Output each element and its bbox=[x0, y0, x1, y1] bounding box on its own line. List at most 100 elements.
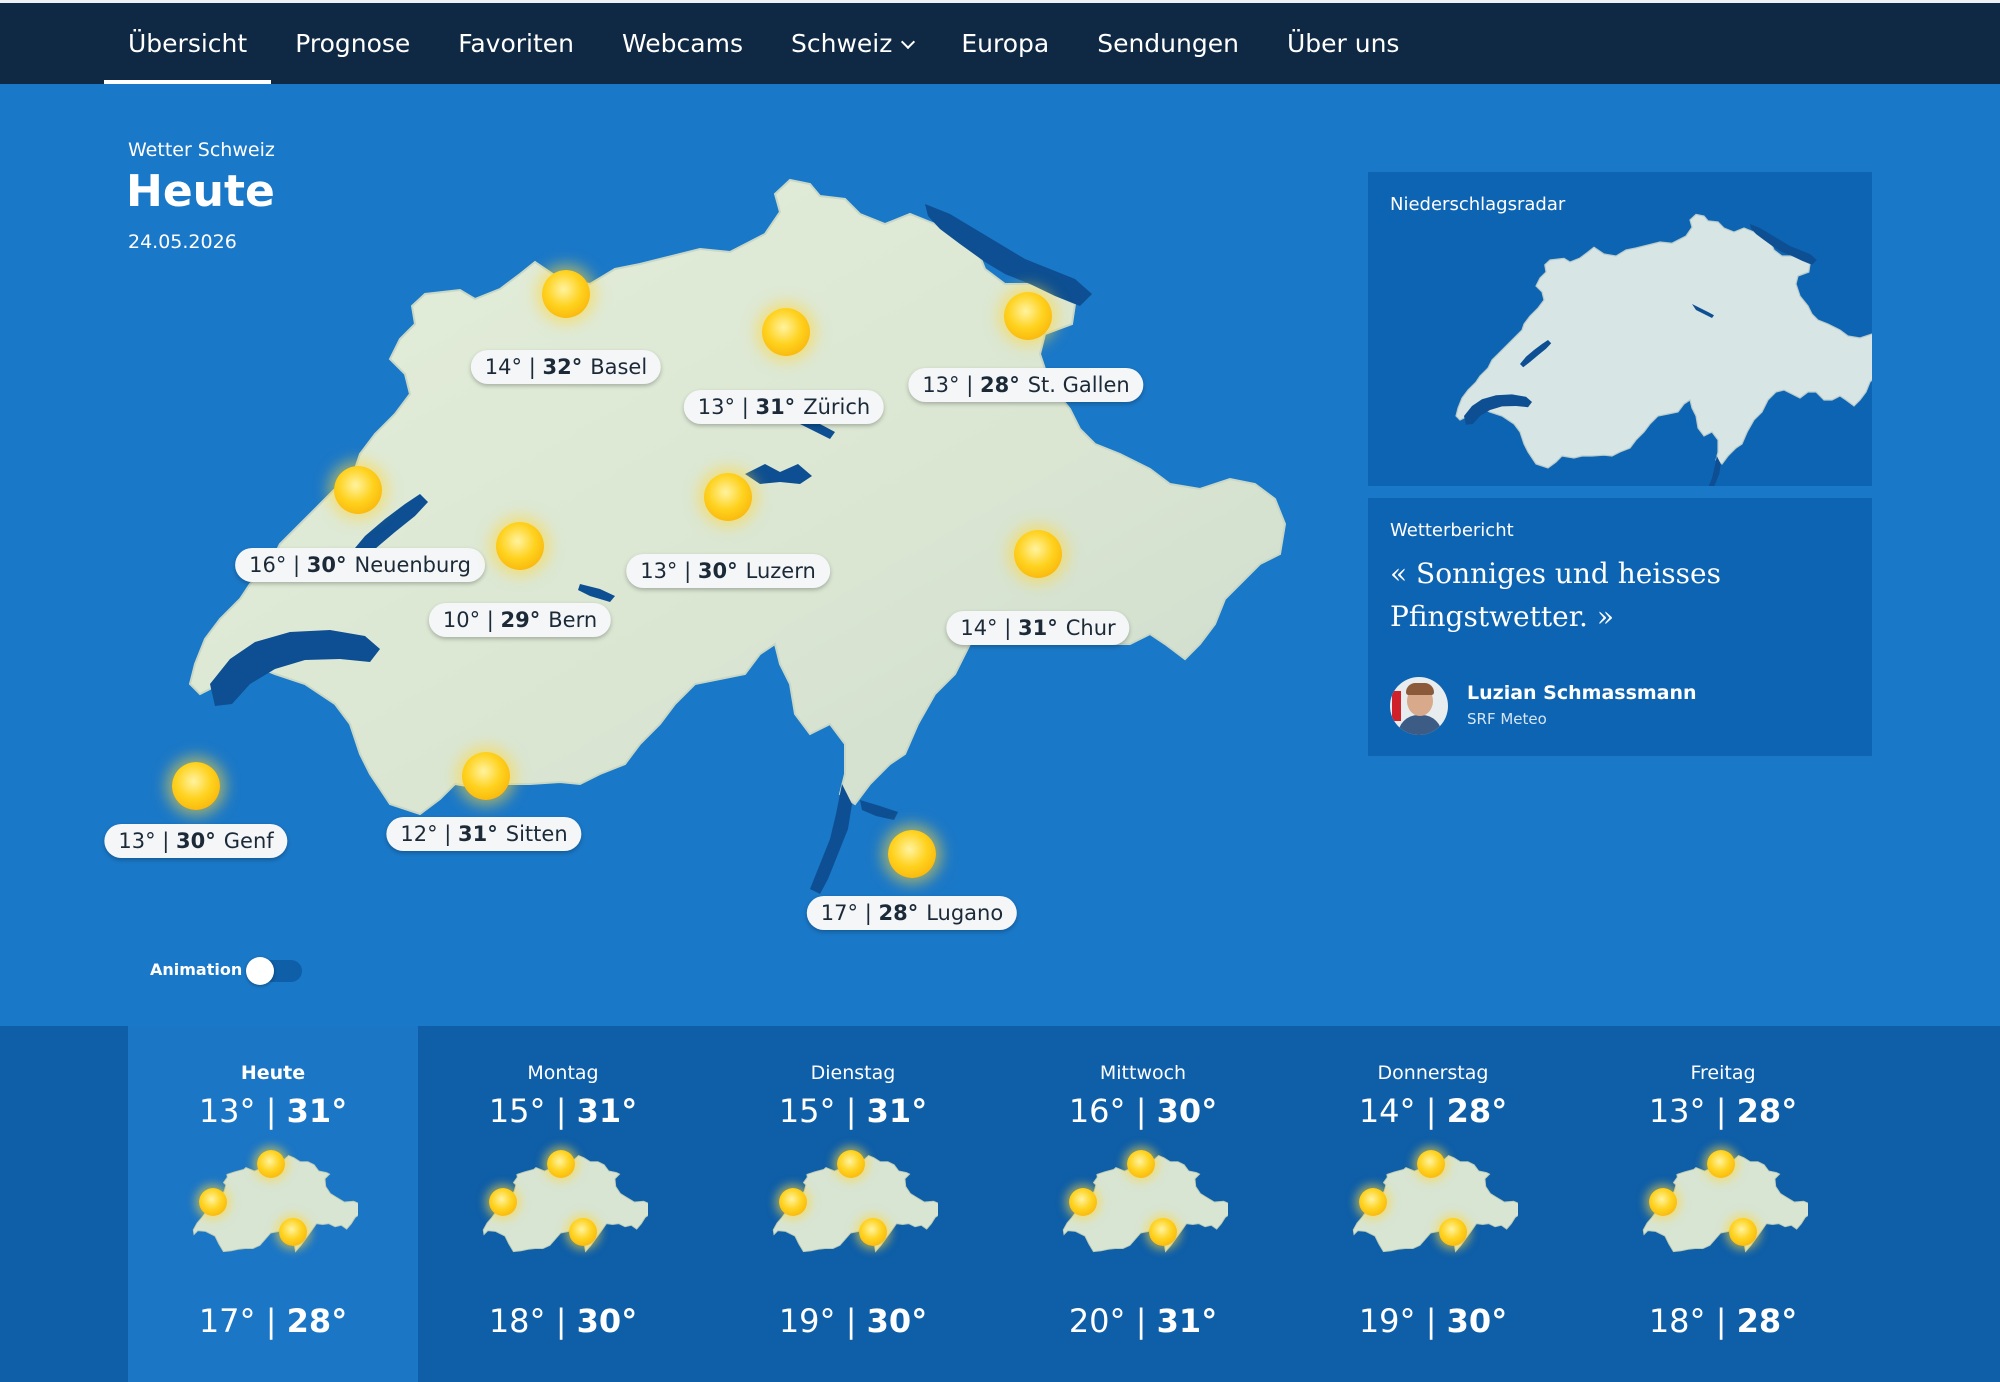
avatar-body bbox=[1398, 715, 1442, 735]
city-high-temp: 30° bbox=[306, 553, 347, 577]
nav-item-favoriten[interactable]: Favoriten bbox=[434, 3, 598, 84]
radar-map bbox=[1455, 213, 1872, 486]
city-name: Lugano bbox=[926, 901, 1004, 925]
sun-icon bbox=[257, 1150, 285, 1178]
day-low-temp: 17° bbox=[198, 1302, 256, 1340]
day-low-temp: 19° bbox=[778, 1302, 836, 1340]
page-subtitle: Wetter Schweiz bbox=[128, 139, 275, 161]
day-low-temp: 20° bbox=[1068, 1302, 1126, 1340]
mini-map bbox=[1638, 1150, 1812, 1264]
city-label-sitten[interactable]: 12° | 31° Sitten bbox=[386, 817, 582, 851]
day-high-temp: 31° bbox=[1156, 1302, 1218, 1340]
city-label-chur[interactable]: 14° | 31° Chur bbox=[946, 611, 1130, 645]
city-high-temp: 31° bbox=[755, 395, 796, 419]
sun-icon bbox=[489, 1188, 517, 1216]
nav-item-europa[interactable]: Europa bbox=[937, 3, 1073, 84]
day-low-temp: 13° bbox=[1648, 1092, 1706, 1130]
sun-icon bbox=[199, 1188, 227, 1216]
nav-item-label: Schweiz bbox=[790, 29, 893, 58]
city-label-genf[interactable]: 13° | 30° Genf bbox=[104, 824, 288, 858]
sun-icon bbox=[837, 1150, 865, 1178]
lake-lugano bbox=[860, 800, 898, 820]
sun-icon bbox=[779, 1188, 807, 1216]
day-temp-range-south: 17° | 28° bbox=[198, 1302, 348, 1340]
day-temp-range-south: 20° | 31° bbox=[1068, 1302, 1218, 1340]
city-label-luzern[interactable]: 13° | 30° Luzern bbox=[626, 554, 830, 588]
mini-map bbox=[478, 1150, 652, 1264]
day-name: Freitag bbox=[1690, 1062, 1756, 1084]
city-high-temp: 29° bbox=[500, 608, 541, 632]
city-high-temp: 28° bbox=[979, 373, 1020, 397]
sun-icon bbox=[1069, 1188, 1097, 1216]
nav-item-uebersicht[interactable]: Übersicht bbox=[104, 3, 272, 84]
animation-toggle[interactable] bbox=[246, 957, 302, 985]
day-name: Montag bbox=[527, 1062, 599, 1084]
nav-item-schweiz[interactable]: Schweiz bbox=[767, 3, 937, 84]
nav-item-label: Übersicht bbox=[128, 29, 248, 58]
avatar bbox=[1390, 677, 1448, 735]
forecast-day-donnerstag[interactable]: Donnerstag 14° | 28° 19° | 30° bbox=[1288, 1026, 1578, 1382]
mini-map bbox=[1348, 1150, 1522, 1264]
nav-item-label: Favoriten bbox=[458, 29, 575, 58]
day-high-temp: 28° bbox=[286, 1302, 348, 1340]
day-high-temp: 28° bbox=[1736, 1092, 1798, 1130]
day-name: Donnerstag bbox=[1377, 1062, 1489, 1084]
nav-item-prognose[interactable]: Prognose bbox=[271, 3, 434, 84]
city-label-zuerich[interactable]: 13° | 31° Zürich bbox=[683, 390, 885, 424]
city-label-bern[interactable]: 10° | 29° Bern bbox=[428, 603, 612, 637]
day-high-temp: 31° bbox=[286, 1092, 348, 1130]
sun-icon bbox=[1439, 1218, 1467, 1246]
day-name: Heute bbox=[240, 1062, 306, 1084]
nav-item-webcams[interactable]: Webcams bbox=[598, 3, 767, 84]
forecast-day-freitag[interactable]: Freitag 13° | 28° 18° | 28° bbox=[1578, 1026, 1868, 1382]
forecast-day-dienstag[interactable]: Dienstag 15° | 31° 19° | 30° bbox=[708, 1026, 998, 1382]
forecast-day-montag[interactable]: Montag 15° | 31° 18° | 30° bbox=[418, 1026, 708, 1382]
day-low-temp: 14° bbox=[1358, 1092, 1416, 1130]
city-label-st-gallen[interactable]: 13° | 28° St. Gallen bbox=[908, 368, 1144, 402]
top-navigation: Übersicht Prognose Favoriten Webcams Sch… bbox=[0, 0, 2000, 84]
sun-icon bbox=[279, 1218, 307, 1246]
sun-icon bbox=[762, 308, 810, 356]
nav-item-ueber-uns[interactable]: Über uns bbox=[1263, 3, 1424, 84]
city-name: Luzern bbox=[745, 559, 816, 583]
sun-icon bbox=[1707, 1150, 1735, 1178]
day-high-temp: 28° bbox=[1446, 1092, 1508, 1130]
mini-map bbox=[768, 1150, 942, 1264]
city-high-temp: 31° bbox=[1018, 616, 1058, 640]
forecast-day-heute[interactable]: Heute 13° | 31° 17° | 28° bbox=[128, 1026, 418, 1382]
city-low-temp: 10° bbox=[442, 608, 481, 632]
forecast-day-mittwoch[interactable]: Mittwoch 16° | 30° 20° | 31° bbox=[998, 1026, 1288, 1382]
avatar-hair bbox=[1406, 683, 1434, 695]
city-name: Chur bbox=[1065, 616, 1116, 640]
day-low-temp: 15° bbox=[778, 1092, 836, 1130]
sun-icon bbox=[334, 466, 382, 514]
city-label-lugano[interactable]: 17° | 28° Lugano bbox=[806, 896, 1018, 930]
city-high-temp: 32° bbox=[542, 355, 583, 379]
animation-label: Animation bbox=[150, 960, 243, 979]
page-title: Heute bbox=[126, 166, 275, 217]
chevron-down-icon bbox=[901, 34, 916, 50]
sun-icon bbox=[1649, 1188, 1677, 1216]
city-label-neuenburg[interactable]: 16° | 30° Neuenburg bbox=[235, 548, 485, 582]
sun-icon bbox=[888, 830, 936, 878]
radar-panel[interactable]: Niederschlagsradar bbox=[1368, 172, 1872, 486]
day-temp-range-south: 18° | 28° bbox=[1648, 1302, 1798, 1340]
report-label: Wetterbericht bbox=[1390, 520, 1514, 541]
sun-icon bbox=[1127, 1150, 1155, 1178]
city-name: Sitten bbox=[505, 822, 568, 846]
sun-icon bbox=[1014, 530, 1062, 578]
day-temp-range: 15° | 31° bbox=[778, 1092, 928, 1130]
city-name: Genf bbox=[223, 829, 274, 853]
forecast-strip: Heute 13° | 31° 17° | 28° Montag 15° | 3… bbox=[0, 1026, 2000, 1382]
weather-report-panel[interactable]: Wetterbericht « Sonniges und heisses Pfi… bbox=[1368, 498, 1872, 756]
mini-map bbox=[1058, 1150, 1232, 1264]
sun-icon bbox=[569, 1218, 597, 1246]
sun-icon bbox=[859, 1218, 887, 1246]
day-low-temp: 15° bbox=[488, 1092, 546, 1130]
nav-item-label: Über uns bbox=[1286, 29, 1400, 58]
city-label-basel[interactable]: 14° | 32° Basel bbox=[470, 350, 662, 384]
page-date: 24.05.2026 bbox=[128, 231, 237, 253]
city-high-temp: 30° bbox=[176, 829, 216, 853]
day-temp-range: 13° | 28° bbox=[1648, 1092, 1798, 1130]
nav-item-sendungen[interactable]: Sendungen bbox=[1073, 3, 1263, 84]
